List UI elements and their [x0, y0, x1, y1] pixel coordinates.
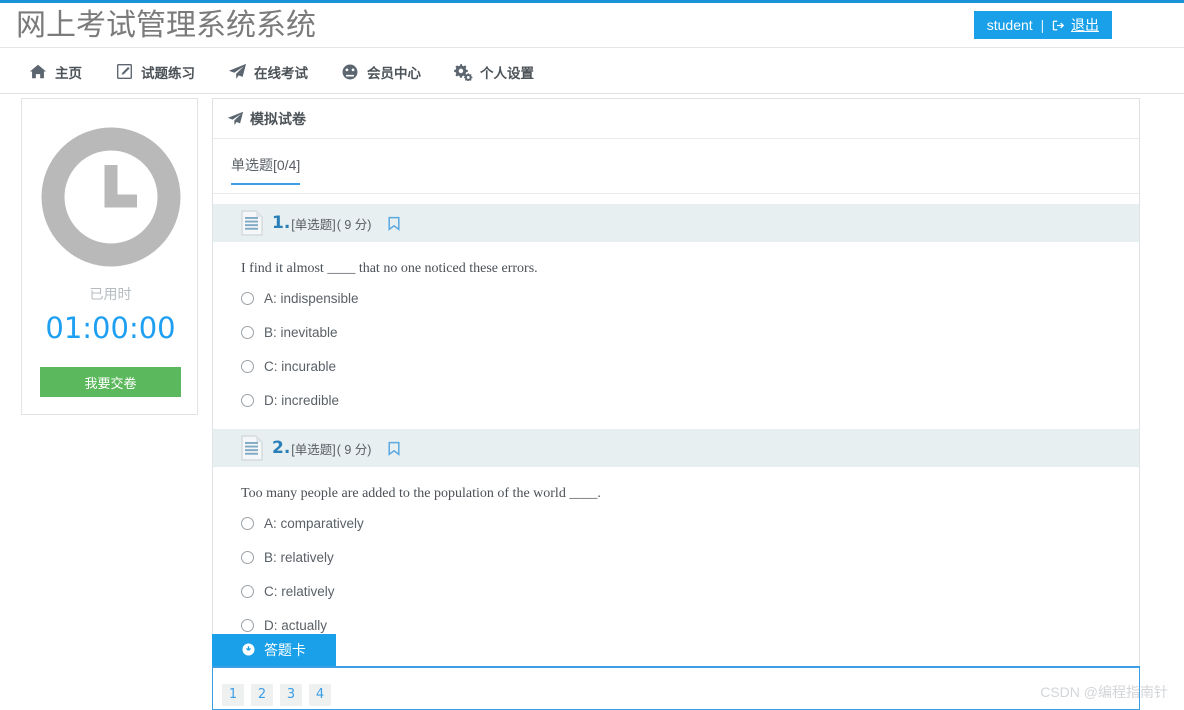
option-label: D: incredible	[264, 392, 340, 408]
question-item: 2. [单选题] ( 9 分) Too many people are adde…	[213, 429, 1139, 642]
question-type-label: [单选题]	[291, 442, 336, 457]
radio-icon[interactable]	[241, 550, 254, 564]
radio-icon[interactable]	[241, 516, 254, 530]
answer-card-label: 答题卡	[263, 642, 306, 658]
question-score-label: ( 9 分)	[336, 442, 372, 457]
questions-list: 1. [单选题] ( 9 分) I find it almost ____ th…	[213, 194, 1139, 671]
question-body: Too many people are added to the populat…	[213, 467, 1139, 642]
user-session-badge[interactable]: student | 退出	[973, 11, 1112, 41]
answer-card-numbers: 1 2 3 4	[222, 684, 338, 706]
nav-item-online-exam[interactable]: 在线考试	[227, 62, 308, 82]
option-label: B: inevitable	[264, 324, 338, 340]
dashboard-gauge-icon	[340, 62, 360, 82]
nav-label-member-center: 会员中心	[367, 65, 421, 81]
option-label: D: actually	[264, 617, 328, 633]
paper-plane-icon	[227, 62, 247, 82]
question-score-label: ( 9 分)	[336, 217, 372, 232]
nav-label-personal-settings: 个人设置	[480, 65, 534, 81]
exam-panel-header: 模拟试卷	[213, 99, 1139, 139]
answer-card-number-button[interactable]: 3	[280, 684, 302, 706]
question-item: 1. [单选题] ( 9 分) I find it almost ____ th…	[213, 204, 1139, 417]
watermark-text: CSDN @编程指南针	[1040, 684, 1168, 700]
document-lines-icon	[240, 435, 264, 461]
answer-card-body: 1 2 3 4	[212, 666, 1140, 710]
question-header: 2. [单选题] ( 9 分)	[213, 429, 1139, 467]
nav-list: 主页 试题练习 在线考试 会员中心 个人设置	[28, 49, 566, 94]
radio-icon[interactable]	[241, 393, 254, 407]
option-label: A: comparatively	[264, 515, 364, 531]
elapsed-time-value: 01:00:00	[45, 311, 176, 345]
site-title: 网上考试管理系统系统	[16, 9, 316, 42]
question-type-tabs: 单选题[0/4]	[213, 139, 1139, 194]
exam-paper-panel: 模拟试卷 单选题[0/4] 1. [单选题] (9 分) I find it …	[212, 98, 1140, 672]
sign-out-icon	[1052, 13, 1065, 41]
nav-item-practice[interactable]: 试题练习	[114, 62, 195, 82]
exam-timer-card: 已用时 01:00:00 我要交卷	[21, 98, 198, 415]
question-number: 2.	[272, 438, 291, 458]
exam-page: 网上考试管理系统系统 student | 退出 主页 试题练习 在线考试 会员中…	[0, 0, 1184, 710]
submit-exam-button[interactable]: 我要交卷	[40, 367, 181, 397]
option-row[interactable]: B: inevitable	[241, 315, 1139, 349]
question-number: 1.	[272, 213, 291, 233]
bookmark-icon[interactable]	[387, 216, 401, 231]
bookmark-icon[interactable]	[387, 441, 401, 456]
option-row[interactable]: A: indispensible	[241, 281, 1139, 315]
answer-card-panel: 答题卡 1 2 3 4	[212, 634, 1140, 710]
exam-panel-title: 模拟试卷	[250, 111, 306, 127]
tab-single-choice[interactable]: 单选题[0/4]	[231, 155, 301, 185]
logout-label[interactable]: 退出	[1071, 17, 1099, 33]
option-label: C: relatively	[264, 583, 335, 599]
option-row[interactable]: B: relatively	[241, 540, 1139, 574]
elapsed-time-label: 已用时	[89, 286, 132, 302]
option-row[interactable]: A: comparatively	[241, 506, 1139, 540]
nav-label-practice: 试题练习	[141, 65, 195, 81]
nav-label-online-exam: 在线考试	[254, 65, 308, 81]
clock-icon	[41, 127, 181, 272]
paper-plane-icon	[227, 110, 244, 132]
question-text: I find it almost ____ that no one notice…	[241, 261, 538, 276]
nav-label-home: 主页	[55, 65, 82, 81]
radio-icon[interactable]	[241, 584, 254, 598]
pencil-square-icon	[114, 62, 134, 82]
option-row[interactable]: C: relatively	[241, 574, 1139, 608]
gears-icon	[453, 62, 473, 82]
radio-icon[interactable]	[241, 291, 254, 305]
option-label: C: incurable	[264, 358, 337, 374]
clock-icon-wrap	[22, 127, 199, 272]
question-body: I find it almost ____ that no one notice…	[213, 242, 1139, 417]
main-navbar: 主页 试题练习 在线考试 会员中心 个人设置	[0, 49, 1184, 94]
site-titlebar: 网上考试管理系统系统 student | 退出	[0, 3, 1184, 48]
answer-card-number-button[interactable]: 4	[309, 684, 331, 706]
option-label: B: relatively	[264, 549, 334, 565]
answer-card-number-button[interactable]: 1	[222, 684, 244, 706]
document-lines-icon	[240, 210, 264, 236]
option-row[interactable]: D: incredible	[241, 383, 1139, 417]
radio-icon[interactable]	[241, 359, 254, 373]
question-type-label: [单选题]	[291, 217, 336, 232]
question-gap	[213, 417, 1139, 429]
radio-icon[interactable]	[241, 325, 254, 339]
nav-item-home[interactable]: 主页	[28, 62, 82, 82]
username-label: student	[986, 17, 1033, 33]
question-text: Too many people are added to the populat…	[241, 486, 601, 501]
option-row[interactable]: C: incurable	[241, 349, 1139, 383]
nav-item-member-center[interactable]: 会员中心	[340, 62, 421, 82]
option-label: A: indispensible	[264, 290, 359, 306]
home-icon	[28, 62, 48, 82]
badge-separator: |	[1040, 17, 1045, 33]
radio-icon[interactable]	[241, 618, 254, 632]
arrow-down-circle-icon	[242, 643, 259, 659]
nav-item-personal-settings[interactable]: 个人设置	[453, 62, 534, 82]
answer-card-number-button[interactable]: 2	[251, 684, 273, 706]
question-header: 1. [单选题] ( 9 分)	[213, 204, 1139, 242]
answer-card-toggle[interactable]: 答题卡	[212, 634, 336, 666]
